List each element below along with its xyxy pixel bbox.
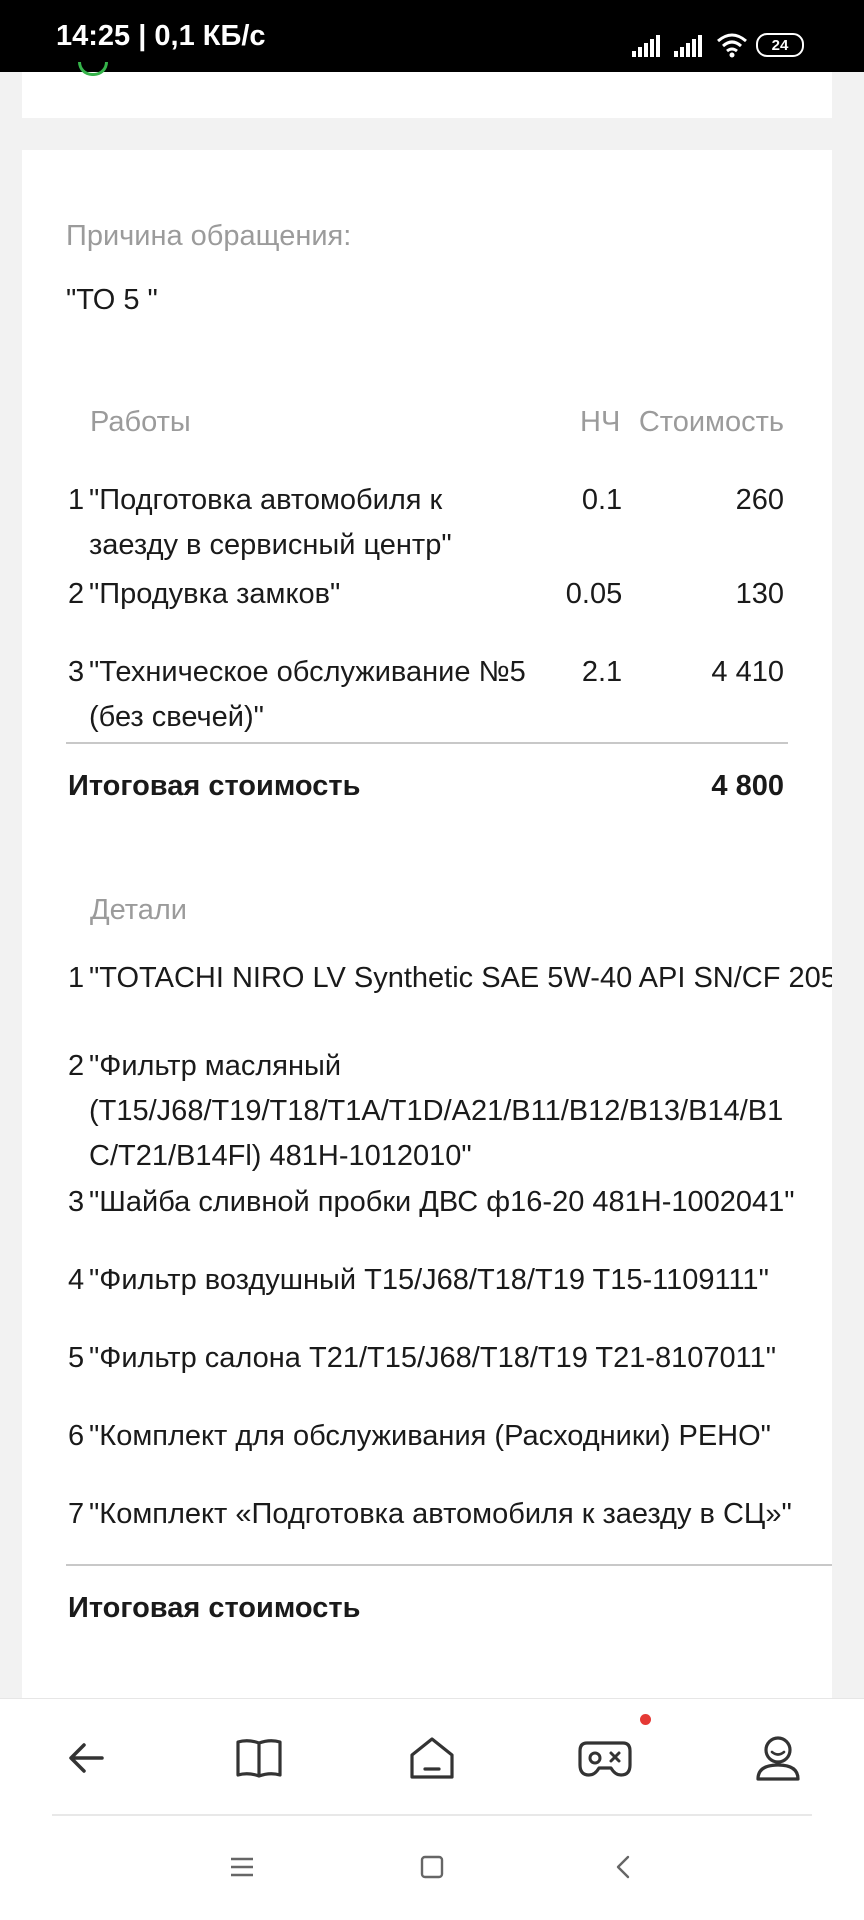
works-nh-header: НЧ xyxy=(580,406,621,438)
work-name: "Продувка замков" xyxy=(89,578,341,610)
detail-name: "Комплект для обслуживания (Расходники) … xyxy=(89,1420,771,1452)
wifi-icon xyxy=(717,33,747,58)
works-divider xyxy=(66,742,788,744)
works-cost-header: Стоимость xyxy=(638,406,784,438)
detail-name: "Фильтр воздушный T15/J68/T18/T19 T15-11… xyxy=(89,1264,769,1296)
detail-name: "Шайба сливной пробки ДВС ф16-20 481H-10… xyxy=(89,1186,795,1218)
row-number: 7 xyxy=(68,1498,85,1530)
notification-badge xyxy=(640,1714,651,1725)
book-icon[interactable] xyxy=(229,1728,289,1788)
details-divider xyxy=(66,1564,832,1566)
signal-icon-2 xyxy=(674,35,702,57)
works-title: Работы xyxy=(90,406,191,438)
detail-row: 2 "Фильтр масляный (T15/J68/T19/T18/T1A/T… xyxy=(68,1044,783,1179)
status-bar: 14:25 | 0,1 КБ/с 24 xyxy=(0,0,864,72)
work-nh: 2.1 xyxy=(581,656,623,688)
row-number: 5 xyxy=(68,1342,85,1374)
order-card: Причина обращения: "ТО 5 " Работы НЧ Сто… xyxy=(22,150,832,1698)
row-number: 2 xyxy=(68,1050,85,1082)
work-cost: 4 410 xyxy=(711,656,784,688)
row-number: 2 xyxy=(68,578,85,610)
detail-row: 6 "Комплект для обслуживания (Расходники)… xyxy=(68,1414,771,1459)
work-name: "Подготовка автомобиля к заезду в сервис… xyxy=(89,484,452,561)
row-number: 3 xyxy=(68,656,85,688)
square-home-icon[interactable] xyxy=(407,1842,457,1892)
row-number: 3 xyxy=(68,1186,85,1218)
details-total-label: Итоговая стоимость xyxy=(68,1592,361,1624)
work-nh: 0.05 xyxy=(565,578,623,610)
back-arrow-icon[interactable] xyxy=(56,1728,116,1788)
signal-icon xyxy=(632,35,660,57)
detail-name: "Комплект «Подготовка автомобиля к заезд… xyxy=(89,1498,792,1530)
status-icons: 24 xyxy=(632,30,804,60)
profile-icon[interactable] xyxy=(748,1728,808,1788)
detail-row: 1 "TOTACHI NIRO LV Synthetic SAE 5W-40 AP… xyxy=(68,956,832,1001)
detail-row: 7 "Комплект «Подготовка автомобиля к заез… xyxy=(68,1492,792,1537)
row-number: 4 xyxy=(68,1264,85,1296)
reason-label: Причина обращения: xyxy=(66,220,352,252)
works-total-value: 4 800 xyxy=(711,770,784,802)
detail-row: 3 "Шайба сливной пробки ДВС ф16-20 481H-1… xyxy=(68,1180,795,1225)
details-title: Детали xyxy=(90,894,188,926)
previous-card xyxy=(22,72,832,118)
menu-icon[interactable] xyxy=(217,1842,267,1892)
detail-row: 4 "Фильтр воздушный T15/J68/T18/T19 T15-1… xyxy=(68,1258,769,1303)
reason-value: "ТО 5 " xyxy=(66,284,158,316)
work-cost: 260 xyxy=(735,484,784,516)
detail-name: "Фильтр салона T21/T15/J68/T18/T19 T21-8… xyxy=(89,1342,777,1374)
battery-icon: 24 xyxy=(756,33,804,57)
detail-name: "TOTACHI NIRO LV Synthetic SAE 5W-40 API… xyxy=(89,962,832,994)
work-cost: 130 xyxy=(735,578,784,610)
detail-name: "Фильтр масляный (T15/J68/T19/T18/T1A/T1… xyxy=(89,1050,784,1172)
back-chevron-icon[interactable] xyxy=(599,1842,649,1892)
work-nh: 0.1 xyxy=(581,484,623,516)
home-icon[interactable] xyxy=(402,1728,462,1788)
status-time: 14:25 | 0,1 КБ/с xyxy=(56,20,266,52)
detail-row: 5 "Фильтр салона T21/T15/J68/T18/T19 T21-… xyxy=(68,1336,776,1381)
row-number: 1 xyxy=(68,962,85,994)
work-name: "Техническое обслуживание №5 (без свечей… xyxy=(89,656,526,733)
row-number: 1 xyxy=(68,484,85,516)
works-total-label: Итоговая стоимость xyxy=(68,770,361,802)
gamepad-icon[interactable] xyxy=(575,1728,635,1788)
row-number: 6 xyxy=(68,1420,85,1452)
